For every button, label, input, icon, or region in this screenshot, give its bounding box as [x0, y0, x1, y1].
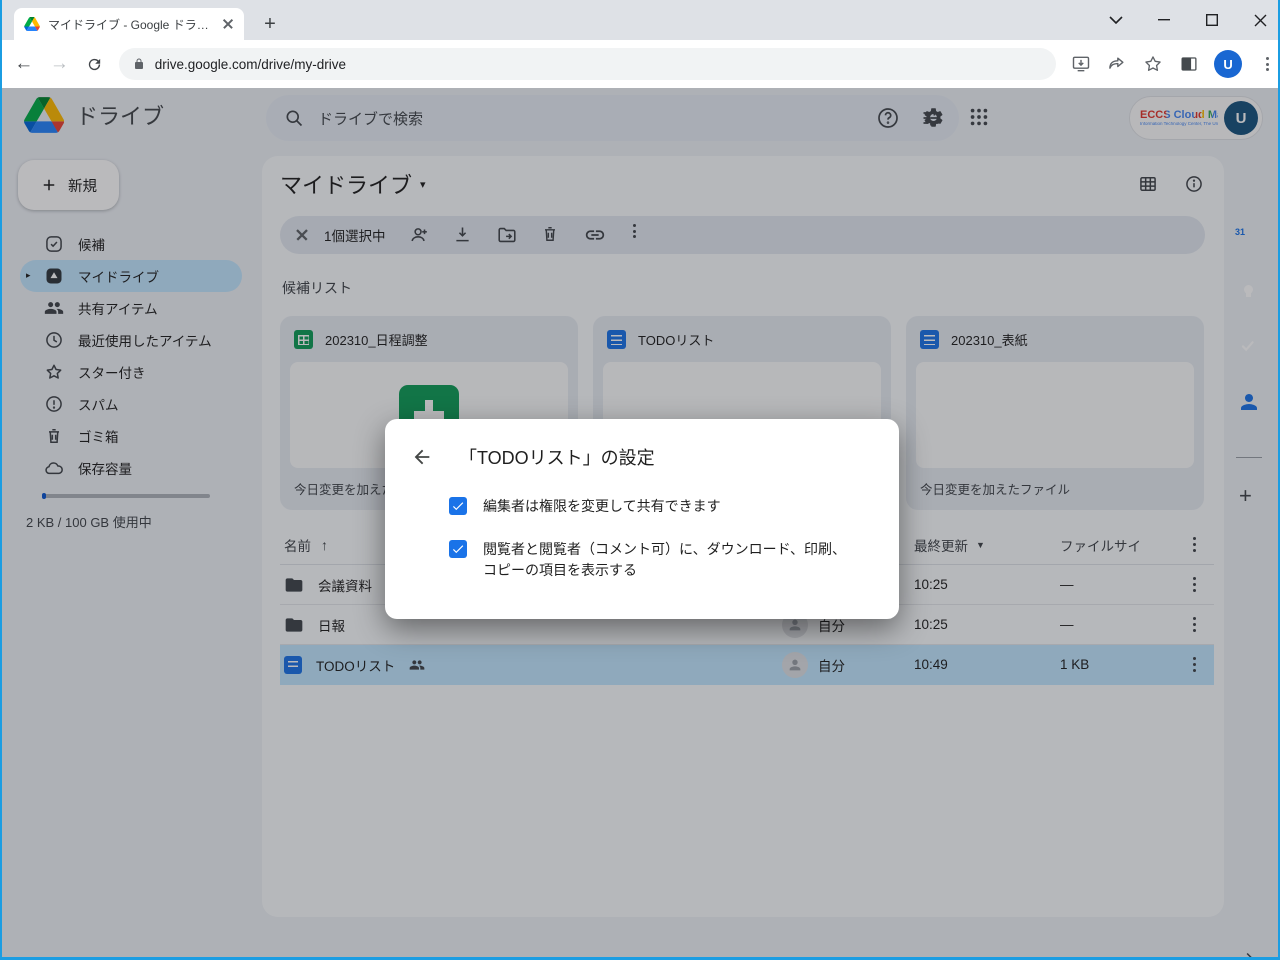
- forward-button[interactable]: →: [46, 50, 74, 78]
- dialog-title: 「TODOリスト」の設定: [459, 444, 655, 470]
- checkbox-viewers-can-download[interactable]: [449, 540, 467, 558]
- browser-profile-avatar[interactable]: U: [1214, 50, 1242, 78]
- tab-close-icon[interactable]: [220, 16, 236, 32]
- window-close-button[interactable]: [1250, 10, 1270, 30]
- browser-window: マイドライブ - Google ドライブ + ← → drive.google.…: [0, 0, 1280, 960]
- checkbox-editors-can-share[interactable]: [449, 497, 467, 515]
- drive-page: ドライブ ドライブで検索 ECCS Cloud Mail Information…: [2, 88, 1278, 957]
- drive-favicon-icon: [24, 17, 40, 31]
- url-bar[interactable]: drive.google.com/drive/my-drive: [119, 48, 1056, 80]
- browser-menu-icon[interactable]: [1256, 53, 1278, 75]
- browser-toolbar: ← → drive.google.com/drive/my-drive U: [2, 40, 1278, 88]
- new-tab-button[interactable]: +: [258, 12, 282, 36]
- window-maximize-button[interactable]: [1202, 10, 1222, 30]
- reload-button[interactable]: [81, 50, 109, 78]
- window-minimize-button[interactable]: [1154, 10, 1174, 30]
- tab-strip: マイドライブ - Google ドライブ +: [2, 0, 1278, 40]
- install-icon[interactable]: [1070, 53, 1092, 75]
- site-security-lock-icon[interactable]: [133, 57, 145, 71]
- share-icon[interactable]: [1106, 53, 1128, 75]
- window-menu-chevron-icon[interactable]: [1106, 10, 1126, 30]
- url-text: drive.google.com/drive/my-drive: [155, 57, 346, 72]
- bookmark-star-icon[interactable]: [1142, 53, 1164, 75]
- settings-dialog: 「TODOリスト」の設定 編集者は権限を変更して共有できます 閲覧者と閲覧者（コ…: [385, 419, 899, 619]
- tab-title: マイドライブ - Google ドライブ: [48, 16, 212, 33]
- browser-tab[interactable]: マイドライブ - Google ドライブ: [14, 8, 244, 40]
- back-button[interactable]: ←: [10, 50, 38, 78]
- side-panel-icon[interactable]: [1178, 53, 1200, 75]
- dialog-back-arrow-icon[interactable]: [411, 446, 433, 468]
